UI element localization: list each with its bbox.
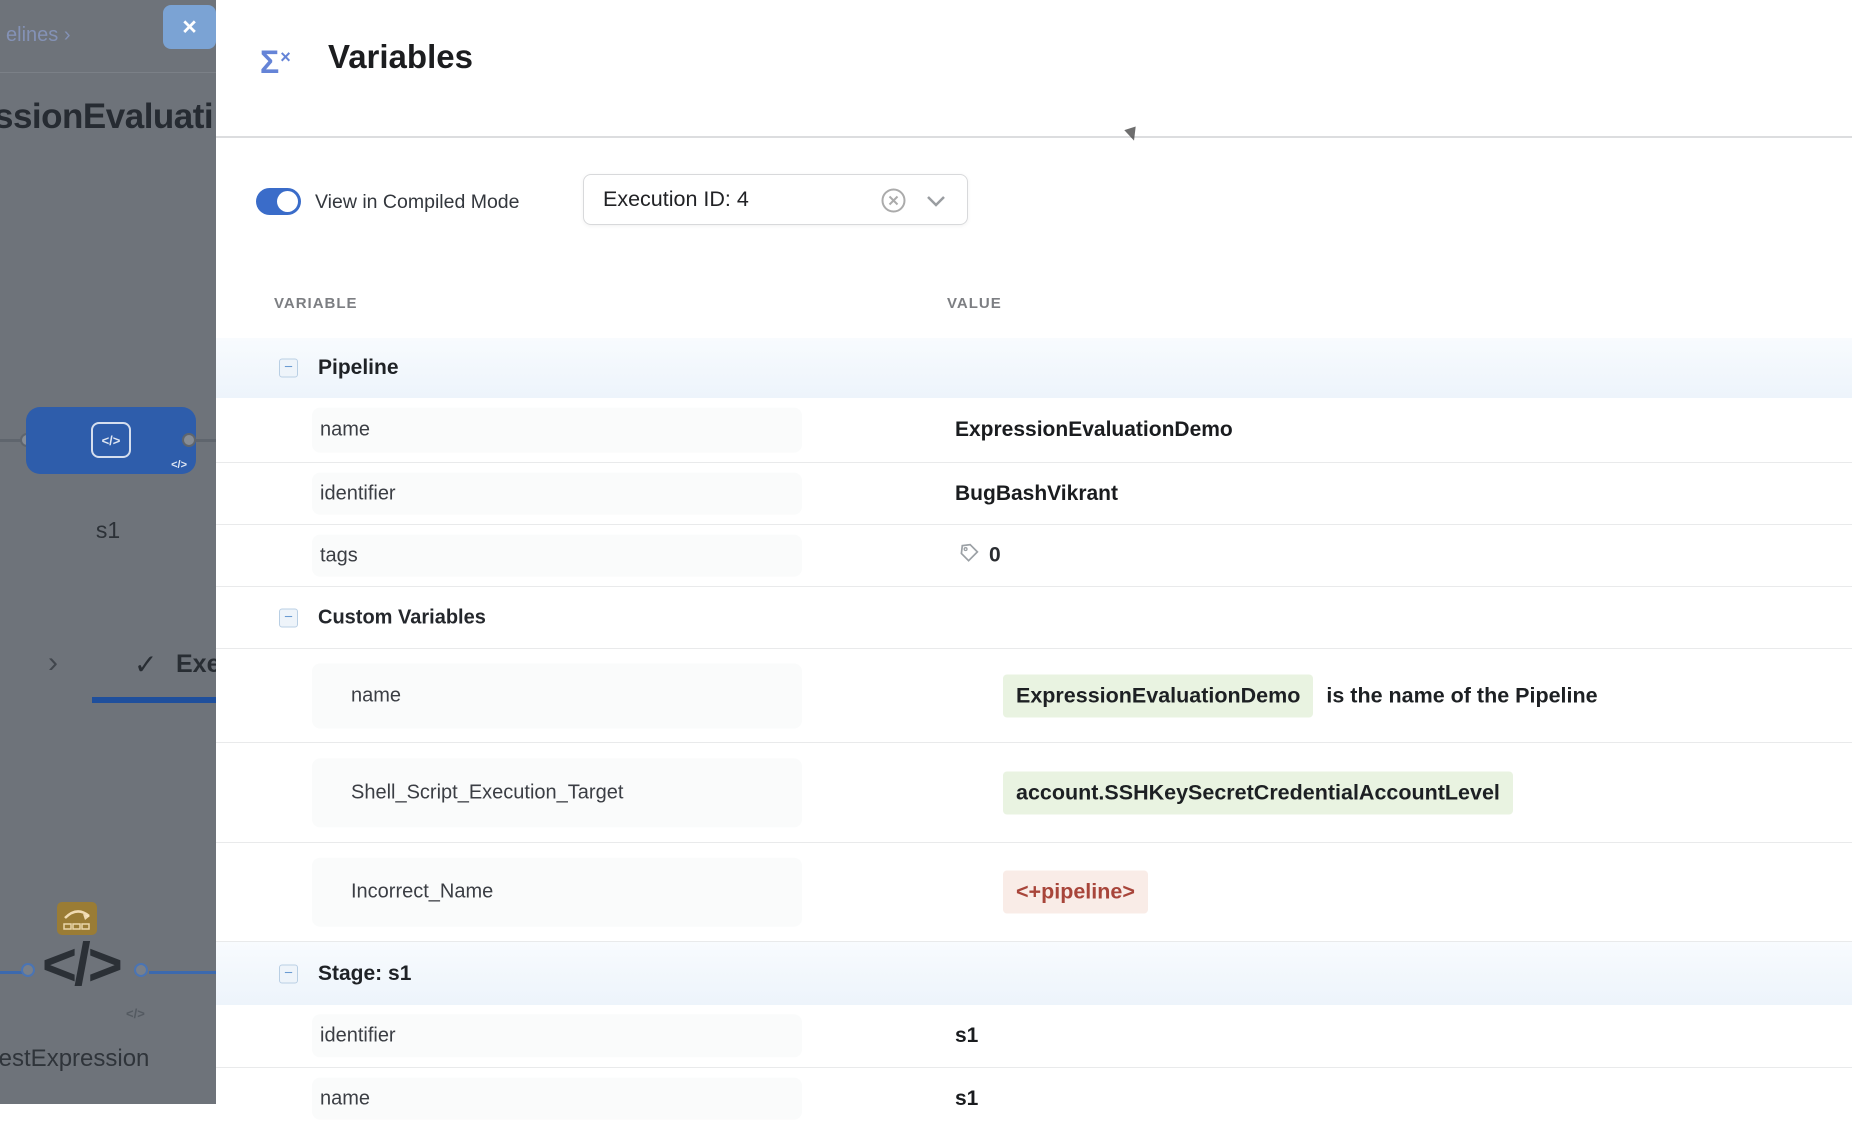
execution-id-select[interactable]: Execution ID: 4 bbox=[583, 174, 968, 225]
step-port-left bbox=[21, 963, 35, 977]
tags-value: 0 bbox=[957, 541, 1001, 570]
variable-value: ExpressionEvaluationDemo is the name of t… bbox=[1003, 674, 1598, 717]
sigma-x-icon: Σ× bbox=[260, 44, 291, 81]
table-row: − Pipeline bbox=[216, 338, 1852, 398]
value-chip: account.SSHKeySecretCredentialAccountLev… bbox=[1003, 771, 1513, 814]
step-node-label: testExpression bbox=[0, 1045, 149, 1073]
table-row: identifier BugBashVikrant bbox=[216, 462, 1852, 524]
stage-edge-right bbox=[196, 439, 216, 442]
table-row: Incorrect_Name <+pipeline> bbox=[216, 842, 1852, 941]
variable-name: name bbox=[320, 419, 370, 442]
tab-execution-truncated: Exe bbox=[176, 650, 216, 679]
value-chip: ExpressionEvaluationDemo bbox=[1003, 674, 1313, 717]
variable-value: ExpressionEvaluationDemo bbox=[955, 418, 1233, 442]
section-label: Stage: s1 bbox=[318, 962, 411, 986]
step-port-right bbox=[134, 963, 148, 977]
variable-name: tags bbox=[320, 544, 358, 567]
shell-script-step-icon: </> bbox=[42, 930, 120, 999]
table-row: Shell_Script_Execution_Target account.SSH… bbox=[216, 742, 1852, 842]
variable-value: <+pipeline> bbox=[1003, 871, 1148, 914]
tag-icon bbox=[957, 541, 981, 570]
row-label-pill bbox=[312, 1077, 802, 1120]
custom-stage-icon: </> bbox=[91, 422, 131, 458]
table-row: identifier s1 bbox=[216, 1005, 1852, 1067]
mouse-cursor bbox=[1124, 126, 1139, 142]
panel-title: Variables bbox=[328, 38, 473, 76]
variable-name: Shell_Script_Execution_Target bbox=[351, 781, 623, 804]
table-row: name ExpressionEvaluationDemo is the name … bbox=[216, 648, 1852, 742]
panel-header-divider bbox=[216, 136, 1852, 138]
variable-value: BugBashVikrant bbox=[955, 482, 1118, 506]
table-row: − Stage: s1 bbox=[216, 941, 1852, 1005]
variable-value: s1 bbox=[955, 1024, 978, 1048]
collapse-icon[interactable]: − bbox=[279, 359, 298, 378]
close-drawer-button[interactable]: × bbox=[163, 5, 216, 49]
code-badge-icon: </> bbox=[126, 1006, 145, 1021]
variable-value: s1 bbox=[955, 1087, 978, 1111]
active-tab-underline bbox=[92, 697, 216, 703]
variable-name: name bbox=[320, 1087, 370, 1110]
variables-panel: Σ× Variables View in Compiled Mode Execu… bbox=[216, 0, 1852, 1104]
execution-id-value: Execution ID: 4 bbox=[603, 187, 749, 212]
step-edge-right bbox=[149, 971, 216, 974]
header-divider-backdrop bbox=[0, 72, 216, 73]
section-label: Pipeline bbox=[318, 356, 399, 380]
pipeline-title-truncated: ssionEvaluati bbox=[0, 97, 213, 137]
checkmark-icon: ✓ bbox=[134, 648, 157, 681]
value-suffix: is the name of the Pipeline bbox=[1326, 683, 1597, 708]
collapse-icon[interactable]: − bbox=[279, 608, 298, 627]
variable-name: Incorrect_Name bbox=[351, 881, 493, 904]
table-row: tags 0 bbox=[216, 524, 1852, 586]
code-badge-icon: </> bbox=[171, 459, 187, 471]
stage-node-s1: </> </> bbox=[26, 407, 196, 474]
compiled-mode-toggle[interactable] bbox=[256, 188, 301, 215]
table-row: name s1 bbox=[216, 1067, 1852, 1129]
stage-node-label: s1 bbox=[0, 517, 216, 544]
table-row: − Custom Variables bbox=[216, 586, 1852, 648]
clear-selection-icon[interactable] bbox=[880, 187, 907, 219]
variable-name: name bbox=[351, 684, 401, 707]
step-edge-left bbox=[0, 971, 22, 974]
variable-name: identifier bbox=[320, 1025, 396, 1048]
value-chip: <+pipeline> bbox=[1003, 871, 1148, 914]
section-label: Custom Variables bbox=[318, 606, 486, 629]
collapse-icon[interactable]: − bbox=[279, 964, 298, 983]
variable-value: account.SSHKeySecretCredentialAccountLev… bbox=[1003, 771, 1513, 814]
close-icon: × bbox=[182, 13, 197, 42]
breadcrumb: elines › bbox=[6, 24, 70, 47]
dimmed-pipeline-canvas: elines › ssionEvaluati </> </> s1 › ✓ Ex… bbox=[0, 0, 216, 1104]
chevron-right-icon: › bbox=[48, 646, 58, 680]
column-header-value: VALUE bbox=[947, 295, 1002, 312]
row-label-pill bbox=[312, 408, 802, 453]
variable-name: identifier bbox=[320, 482, 396, 505]
tag-count: 0 bbox=[989, 544, 1001, 568]
chevron-down-icon[interactable] bbox=[925, 194, 947, 213]
stage-port-right bbox=[182, 433, 196, 447]
table-row: name ExpressionEvaluationDemo bbox=[216, 398, 1852, 462]
stage-edge-left bbox=[0, 439, 22, 442]
row-label-pill bbox=[312, 534, 802, 577]
column-header-variable: VARIABLE bbox=[274, 295, 358, 312]
compiled-mode-label: View in Compiled Mode bbox=[315, 191, 520, 214]
toggle-knob bbox=[277, 191, 298, 212]
